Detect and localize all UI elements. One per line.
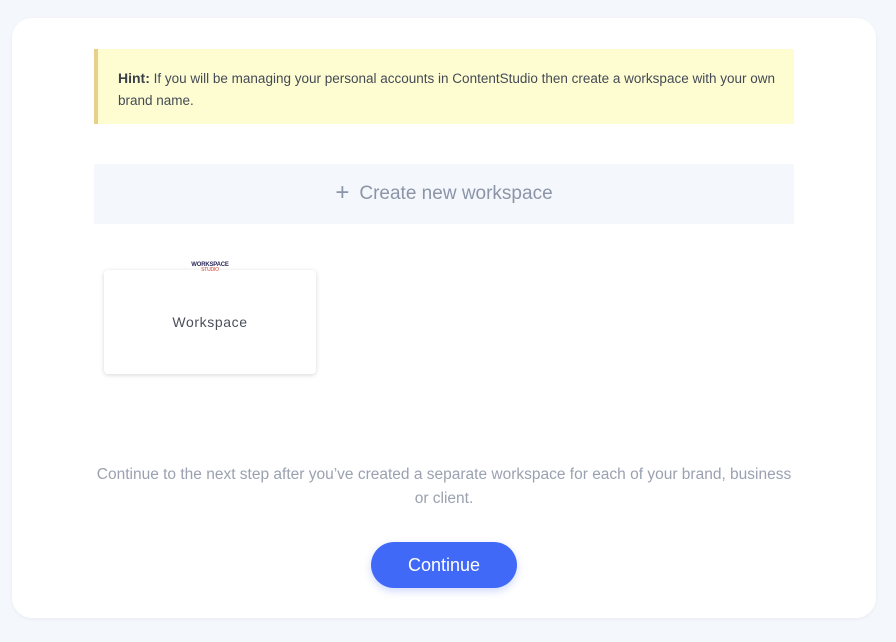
workspace-name: Workspace bbox=[172, 314, 248, 330]
workspace-logo-line2: STUDIO bbox=[201, 266, 219, 273]
continue-button[interactable]: Continue bbox=[371, 542, 517, 588]
hint-label: Hint: bbox=[118, 70, 150, 86]
hint-text: If you will be managing your personal ac… bbox=[118, 71, 775, 108]
plus-icon: + bbox=[335, 179, 350, 206]
onboarding-card: Hint: If you will be managing your perso… bbox=[12, 18, 876, 618]
continue-instruction: Continue to the next step after you’ve c… bbox=[96, 466, 792, 507]
create-workspace-label: Create new workspace bbox=[359, 183, 553, 204]
hint-box: Hint: If you will be managing your perso… bbox=[94, 49, 794, 124]
workspace-logo: WORKSPACE STUDIO bbox=[191, 261, 229, 273]
create-workspace-button[interactable]: + Create new workspace bbox=[94, 164, 794, 224]
workspace-card[interactable]: WORKSPACE STUDIO Workspace bbox=[104, 262, 316, 374]
